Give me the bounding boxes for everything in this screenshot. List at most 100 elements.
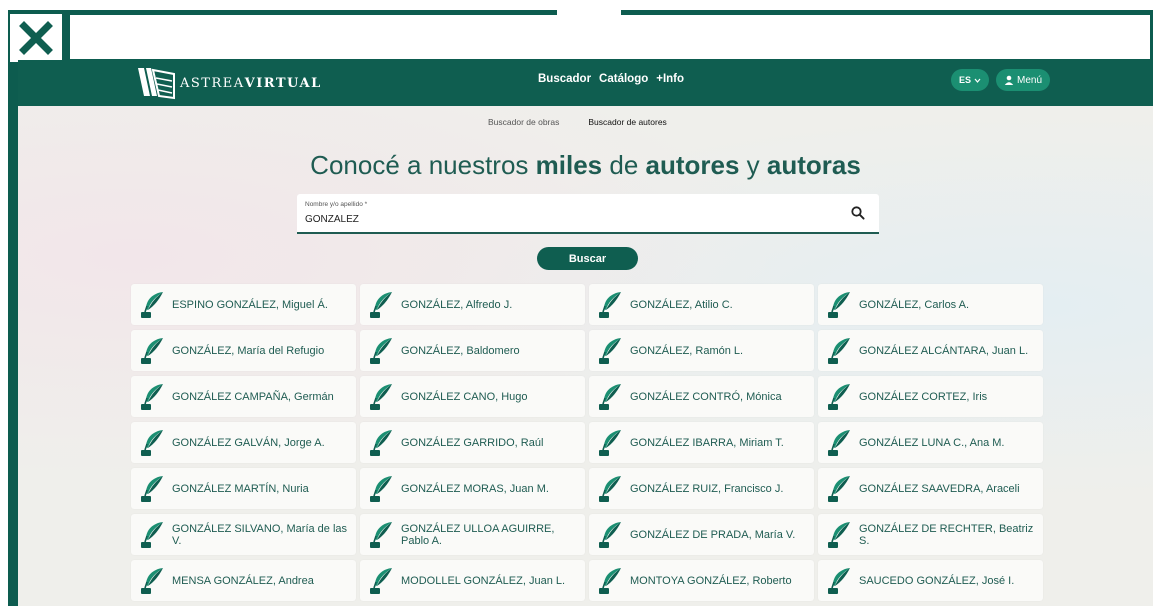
author-card[interactable]: ESPINO GONZÁLEZ, Miguel Á. [131, 284, 356, 325]
search-field-label: Nombre y/o apellido * [305, 201, 368, 208]
author-name: MONTOYA GONZÁLEZ, Roberto [630, 574, 792, 587]
author-card[interactable]: MODOLLEL GONZÁLEZ, Juan L. [360, 560, 585, 601]
author-name: GONZÁLEZ IBARRA, Miriam T. [630, 436, 784, 449]
quill-pen-icon [828, 475, 850, 502]
author-name: GONZÁLEZ DE PRADA, María V. [630, 528, 796, 541]
author-name: MODOLLEL GONZÁLEZ, Juan L. [401, 574, 566, 587]
quill-pen-icon [828, 383, 850, 410]
quill-pen-icon [370, 291, 392, 318]
main-nav: Buscador Catálogo +Info [538, 73, 684, 85]
quill-pen-icon [141, 475, 163, 502]
author-name: SAUCEDO GONZÁLEZ, José I. [859, 574, 1015, 587]
quill-pen-icon [141, 521, 163, 548]
quill-pen-icon [370, 337, 392, 364]
quill-pen-icon [141, 291, 163, 318]
quill-pen-icon [828, 521, 850, 548]
address-bar-notch [557, 8, 621, 16]
author-card[interactable]: MENSA GONZÁLEZ, Andrea [131, 560, 356, 601]
author-card[interactable]: GONZÁLEZ, María del Refugio [131, 330, 356, 371]
language-selector[interactable]: ES [951, 69, 989, 91]
author-name: ESPINO GONZÁLEZ, Miguel Á. [172, 298, 328, 311]
quill-pen-icon [599, 567, 621, 594]
author-card[interactable]: GONZÁLEZ MARTÍN, Nuria [131, 468, 356, 509]
author-card[interactable]: GONZÁLEZ SAAVEDRA, Araceli [818, 468, 1043, 509]
author-name: GONZÁLEZ DE RECHTER, Beatriz S. [859, 522, 1034, 547]
quill-pen-icon [828, 567, 850, 594]
author-name: GONZÁLEZ RUIZ, Francisco J. [630, 482, 784, 495]
quill-pen-icon [599, 429, 621, 456]
chevron-down-icon [974, 78, 981, 83]
author-card[interactable]: GONZÁLEZ RUIZ, Francisco J. [589, 468, 814, 509]
quill-pen-icon [599, 337, 621, 364]
author-name: GONZÁLEZ ULLOA AGUIRRE, Pablo A. [401, 522, 555, 547]
menu-button[interactable]: Menú [996, 69, 1050, 91]
author-card[interactable]: GONZÁLEZ CONTRÓ, Mónica [589, 376, 814, 417]
author-card[interactable]: GONZÁLEZ DE RECHTER, Beatriz S. [818, 514, 1043, 555]
search-icon[interactable] [851, 206, 865, 220]
author-name: GONZÁLEZ GARRIDO, Raúl [401, 436, 544, 449]
search-button[interactable]: Buscar [537, 247, 638, 270]
author-card[interactable]: GONZÁLEZ ALCÁNTARA, Juan L. [818, 330, 1043, 371]
quill-pen-icon [828, 429, 850, 456]
author-card[interactable]: GONZÁLEZ MORAS, Juan M. [360, 468, 585, 509]
quill-pen-icon [828, 337, 850, 364]
quill-pen-icon [599, 383, 621, 410]
author-card[interactable]: GONZÁLEZ, Alfredo J. [360, 284, 585, 325]
quill-pen-icon [599, 291, 621, 318]
author-card[interactable]: GONZÁLEZ CANO, Hugo [360, 376, 585, 417]
logo-wordmark: ASTREAVIRTUAL [180, 75, 322, 91]
close-button[interactable] [10, 14, 62, 62]
author-name: GONZÁLEZ, Alfredo J. [401, 298, 513, 311]
book-logo-icon [138, 68, 175, 100]
quill-pen-icon [370, 429, 392, 456]
author-card[interactable]: SAUCEDO GONZÁLEZ, José I. [818, 560, 1043, 601]
author-name: GONZÁLEZ SAAVEDRA, Araceli [859, 482, 1020, 495]
author-card[interactable]: GONZÁLEZ, Carlos A. [818, 284, 1043, 325]
author-card[interactable]: GONZÁLEZ IBARRA, Miriam T. [589, 422, 814, 463]
author-card[interactable]: MONTOYA GONZÁLEZ, Roberto [589, 560, 814, 601]
author-name: GONZÁLEZ CANO, Hugo [401, 390, 528, 403]
author-name: GONZÁLEZ MORAS, Juan M. [401, 482, 549, 495]
author-name: MENSA GONZÁLEZ, Andrea [172, 574, 314, 587]
author-card[interactable]: GONZÁLEZ DE PRADA, María V. [589, 514, 814, 555]
tab-buscador-obras[interactable]: Buscador de obras [488, 117, 559, 127]
quill-pen-icon [370, 383, 392, 410]
top-navbar: ASTREAVIRTUAL Buscador Catálogo +Info ES… [18, 60, 1153, 106]
quill-pen-icon [141, 429, 163, 456]
author-name: GONZÁLEZ, Ramón L. [630, 344, 744, 357]
quill-pen-icon [599, 521, 621, 548]
main-content: Buscador de obras Buscador de autores Co… [18, 106, 1153, 606]
author-card[interactable]: GONZÁLEZ, Baldomero [360, 330, 585, 371]
search-input[interactable]: GONZALEZ [305, 214, 359, 225]
user-icon [1004, 75, 1014, 85]
author-card[interactable]: GONZÁLEZ ULLOA AGUIRRE, Pablo A. [360, 514, 585, 555]
author-card[interactable]: GONZÁLEZ CAMPAÑA, Germán [131, 376, 356, 417]
author-name: GONZÁLEZ LUNA C., Ana M. [859, 436, 1005, 449]
author-name: GONZÁLEZ, María del Refugio [172, 344, 325, 357]
author-name: GONZÁLEZ, Atilio C. [630, 298, 733, 311]
tab-buscador-autores[interactable]: Buscador de autores [588, 117, 666, 127]
page-title: Conocé a nuestros miles de autores y aut… [310, 150, 861, 180]
author-card[interactable]: GONZÁLEZ, Ramón L. [589, 330, 814, 371]
author-card[interactable]: GONZÁLEZ LUNA C., Ana M. [818, 422, 1043, 463]
quill-pen-icon [599, 475, 621, 502]
author-card[interactable]: GONZÁLEZ, Atilio C. [589, 284, 814, 325]
close-icon [19, 21, 53, 55]
quill-pen-icon [370, 475, 392, 502]
author-results-grid: ESPINO GONZÁLEZ, Miguel Á. GONZÁLEZ, Alfr… [131, 284, 1045, 601]
quill-pen-icon [370, 567, 392, 594]
nav-buscador[interactable]: Buscador [538, 73, 591, 85]
author-card[interactable]: GONZÁLEZ SILVANO, María de las V. [131, 514, 356, 555]
author-name: GONZÁLEZ SILVANO, María de las V. [172, 522, 348, 547]
author-card[interactable]: GONZÁLEZ CORTEZ, Iris [818, 376, 1043, 417]
author-name: GONZÁLEZ CONTRÓ, Mónica [630, 390, 782, 403]
nav-info[interactable]: +Info [656, 73, 684, 85]
author-search-field[interactable]: Nombre y/o apellido * GONZALEZ [297, 194, 879, 234]
quill-pen-icon [141, 383, 163, 410]
author-card[interactable]: GONZÁLEZ GALVÁN, Jorge A. [131, 422, 356, 463]
author-card[interactable]: GONZÁLEZ GARRIDO, Raúl [360, 422, 585, 463]
author-name: GONZÁLEZ CORTEZ, Iris [859, 390, 988, 403]
nav-catalogo[interactable]: Catálogo [599, 73, 648, 85]
address-bar[interactable] [70, 15, 1150, 59]
site-logo[interactable]: ASTREAVIRTUAL [136, 66, 322, 100]
